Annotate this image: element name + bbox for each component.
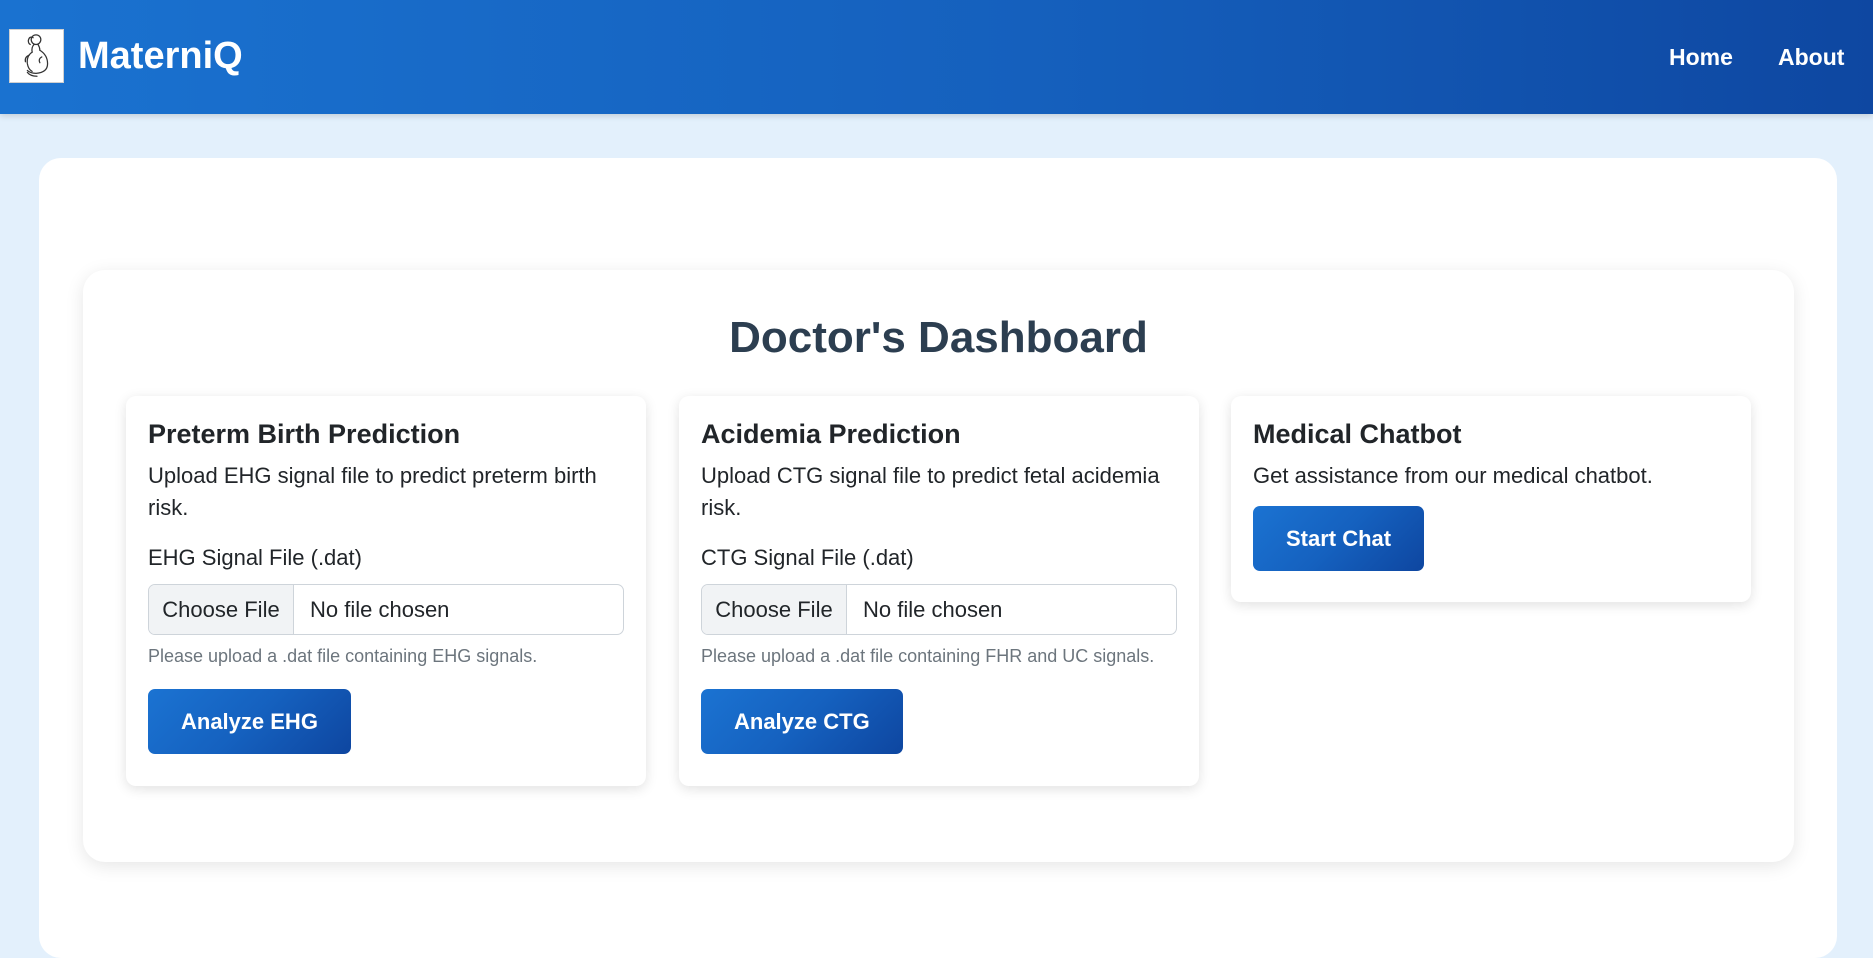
ehg-file-label: EHG Signal File (.dat) xyxy=(148,545,362,570)
file-status-text: No file chosen xyxy=(310,596,450,622)
choose-file-button[interactable]: Choose File xyxy=(149,585,294,634)
ctg-file-label: CTG Signal File (.dat) xyxy=(701,545,914,570)
card-title: Preterm Birth Prediction xyxy=(148,419,461,449)
navbar: MaterniQ Home About xyxy=(0,0,1873,114)
medical-chatbot-card: Medical Chatbot Get assistance from our … xyxy=(1231,396,1751,602)
card-title: Acidemia Prediction xyxy=(701,419,961,449)
page-title: Doctor's Dashboard xyxy=(729,313,1148,362)
acidemia-card: Acidemia Prediction Upload CTG signal fi… xyxy=(679,396,1199,786)
nav-link-home[interactable]: Home xyxy=(1669,42,1733,72)
card-description: Upload CTG signal file to predict fetal … xyxy=(701,463,1160,520)
file-status-text: No file chosen xyxy=(863,596,1003,622)
preterm-birth-card: Preterm Birth Prediction Upload EHG sign… xyxy=(126,396,646,786)
ehg-file-input[interactable]: Choose File No file chosen xyxy=(148,584,624,635)
ctg-file-input[interactable]: Choose File No file chosen xyxy=(701,584,1177,635)
analyze-ctg-button[interactable]: Analyze CTG xyxy=(701,689,903,754)
brand-name[interactable]: MaterniQ xyxy=(78,34,243,78)
card-description: Get assistance from our medical chatbot. xyxy=(1253,463,1653,488)
ehg-help-text: Please upload a .dat file containing EHG… xyxy=(148,646,538,666)
pregnant-woman-icon[interactable] xyxy=(9,29,64,83)
analyze-ehg-button[interactable]: Analyze EHG xyxy=(148,689,351,754)
nav-link-about[interactable]: About xyxy=(1778,42,1844,72)
ctg-help-text: Please upload a .dat file containing FHR… xyxy=(701,646,1155,666)
start-chat-button[interactable]: Start Chat xyxy=(1253,506,1425,571)
choose-file-button[interactable]: Choose File xyxy=(702,585,847,634)
card-title: Medical Chatbot xyxy=(1253,419,1462,449)
card-description: Upload EHG signal file to predict preter… xyxy=(148,463,597,520)
